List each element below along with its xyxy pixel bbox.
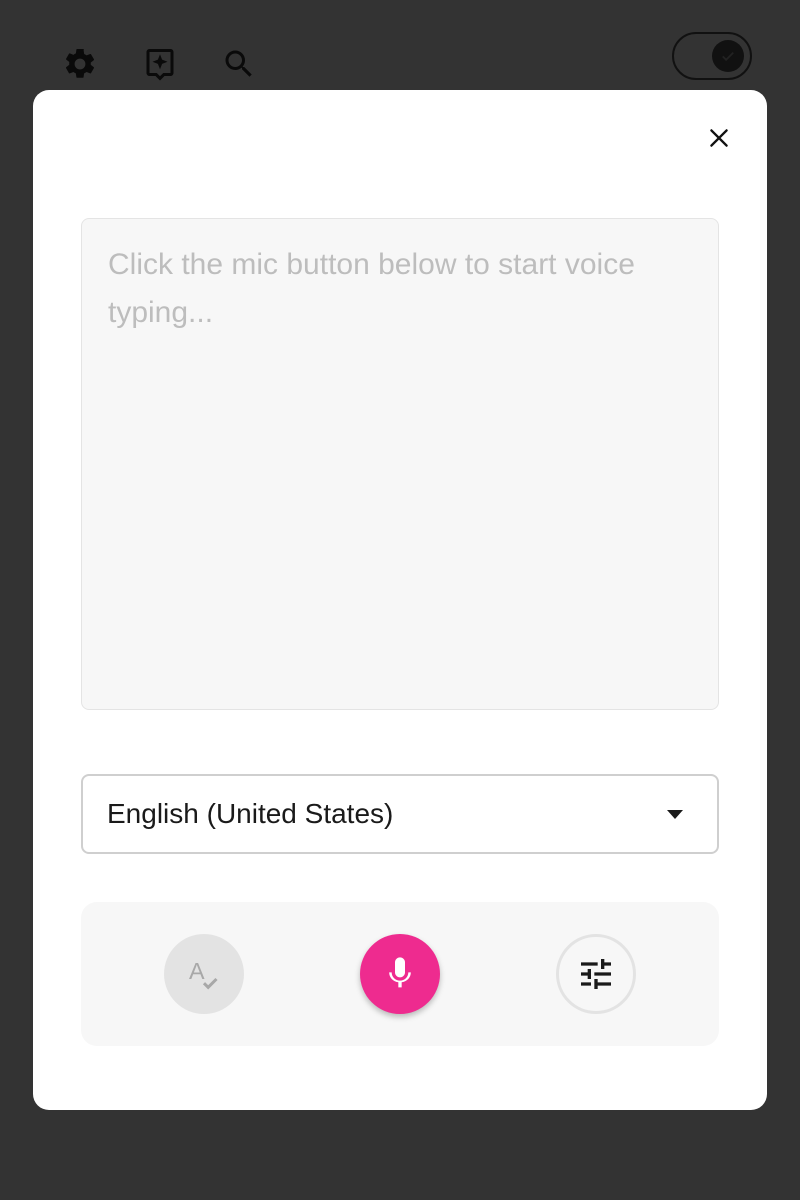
theme-toggle[interactable]	[672, 32, 752, 80]
close-icon	[710, 129, 728, 147]
language-selected-value: English (United States)	[107, 798, 394, 829]
close-button[interactable]	[699, 118, 739, 158]
spellcheck-icon: A	[189, 958, 218, 990]
svg-text:A: A	[189, 958, 205, 984]
mic-icon	[389, 957, 411, 988]
voice-typing-dialog: English (United States) A	[33, 90, 767, 1110]
transcript-textarea[interactable]	[81, 218, 719, 710]
settings-button[interactable]	[60, 44, 100, 84]
search-button[interactable]	[219, 44, 259, 84]
voice-controls-panel: A	[81, 902, 719, 1046]
feedback-button[interactable]	[140, 44, 180, 84]
chevron-down-icon	[667, 809, 683, 819]
search-icon	[225, 50, 252, 77]
tune-icon	[581, 959, 611, 989]
gear-icon	[65, 48, 95, 78]
feedback-icon	[146, 49, 174, 81]
voice-settings-button[interactable]	[556, 934, 636, 1014]
toggle-knob	[712, 40, 744, 72]
language-select[interactable]: English (United States)	[81, 774, 719, 854]
spellcheck-button[interactable]: A	[164, 934, 244, 1014]
check-icon	[722, 51, 734, 62]
microphone-button[interactable]	[360, 934, 440, 1014]
